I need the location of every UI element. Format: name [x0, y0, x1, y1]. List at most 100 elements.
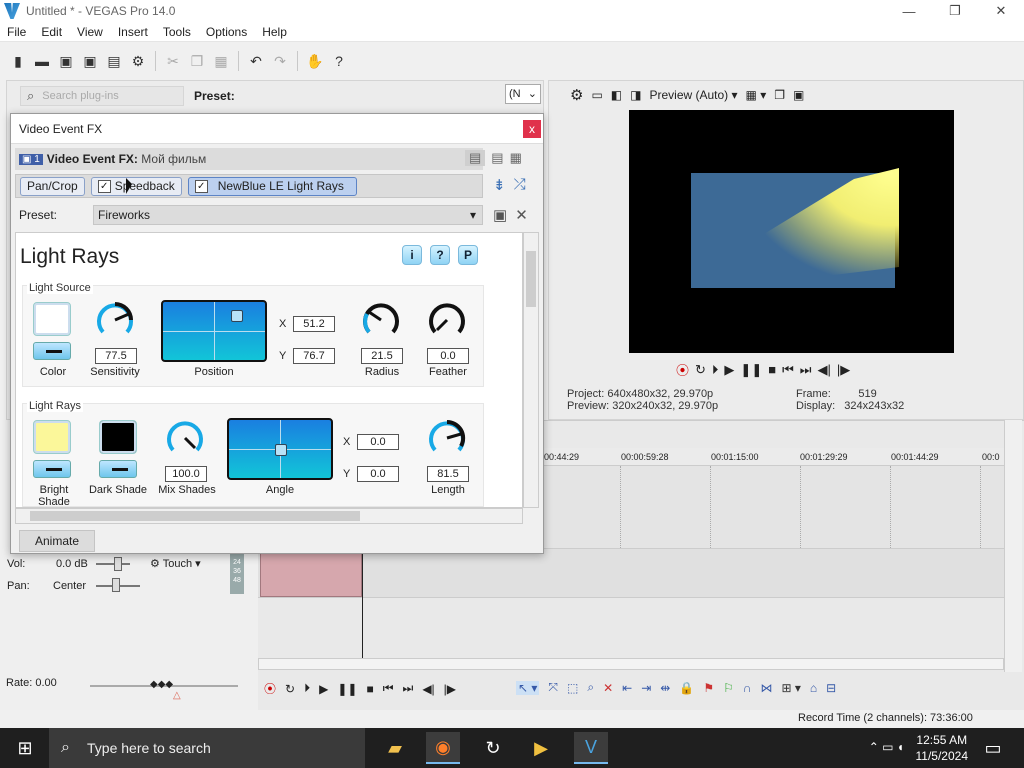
enable-checkbox[interactable]: ✓: [194, 179, 208, 193]
timeline-loop-icon[interactable]: ↻: [285, 682, 295, 696]
position-handle[interactable]: [231, 310, 243, 322]
timeline-start-icon[interactable]: ⏮: [383, 681, 394, 696]
timeline-play-start-icon[interactable]: ⏵: [304, 681, 310, 696]
menu-tools[interactable]: Tools: [156, 25, 199, 39]
menu-file[interactable]: File: [0, 25, 34, 39]
audio-event-clip[interactable]: [260, 553, 362, 597]
length-input[interactable]: 81.5: [427, 466, 469, 482]
timeline-record-icon[interactable]: ⦿: [264, 680, 276, 697]
overlays-icon[interactable]: ◨: [630, 88, 641, 102]
whats-this-help-icon[interactable]: ?: [330, 52, 348, 70]
external-monitor-icon[interactable]: ▭: [591, 88, 602, 102]
view-compact-icon[interactable]: ▤: [491, 150, 503, 166]
copy-snapshot-icon[interactable]: ❐: [774, 88, 785, 102]
save-preset-icon[interactable]: ▣: [493, 206, 507, 224]
taskbar-clock[interactable]: 12:55 AM 11/5/2024: [916, 732, 969, 764]
region-icon[interactable]: ⚐: [723, 681, 734, 695]
help-button[interactable]: ?: [430, 245, 450, 265]
sync-app-icon[interactable]: ↻: [476, 732, 510, 764]
length-knob[interactable]: [427, 418, 467, 458]
notification-icon[interactable]: ▭: [976, 732, 1010, 764]
preset-dropdown[interactable]: Fireworks ▾: [93, 205, 483, 225]
plugin-hscrollbar[interactable]: [15, 508, 523, 524]
fx-chain-item-speedback[interactable]: ✓ Speedback: [90, 176, 182, 196]
selection-tool-icon[interactable]: ⬚: [567, 681, 578, 695]
ripple-icon[interactable]: ⊞ ▾: [781, 681, 800, 695]
timeline-end-icon[interactable]: ⏭: [403, 681, 414, 696]
fx-chain-item-light-rays[interactable]: ✓ NewBlue LE Light Rays: [187, 176, 357, 196]
automation-mode[interactable]: ⚙ Touch ▾: [150, 557, 201, 570]
info-button[interactable]: i: [402, 245, 422, 265]
taskbar-search-box[interactable]: ⌕ Type here to search: [49, 728, 365, 768]
close-button[interactable]: ✕: [978, 0, 1024, 22]
trim-end-icon[interactable]: ⇥: [641, 681, 651, 695]
volume-slider[interactable]: [96, 563, 130, 565]
timeline-hscrollbar[interactable]: [258, 658, 1004, 670]
system-tray-icons[interactable]: ⌃ ▭ ◖: [869, 740, 904, 754]
lock-icon[interactable]: 🔒: [679, 681, 694, 695]
position-pad[interactable]: [161, 300, 267, 362]
delete-icon[interactable]: ✕: [603, 681, 613, 695]
prev-frame-icon[interactable]: ◀|: [817, 362, 830, 378]
sensitivity-input[interactable]: 77.5: [95, 348, 137, 364]
new-icon[interactable]: ▮: [9, 52, 27, 70]
normal-edit-tool-icon[interactable]: ↖ ▾: [516, 680, 540, 695]
radius-knob[interactable]: [361, 300, 401, 340]
hscroll-thumb[interactable]: [30, 511, 360, 521]
angle-y-input[interactable]: 0.0: [357, 466, 399, 482]
bright-shade-swatch[interactable]: [33, 420, 71, 454]
play-from-start-icon[interactable]: ⏵: [712, 362, 719, 378]
plugin-vscrollbar[interactable]: [523, 232, 539, 508]
explorer-dropdown[interactable]: (N ⌄: [505, 84, 541, 104]
properties-gear-icon[interactable]: ⚙: [129, 52, 147, 70]
view-grid-icon[interactable]: ▦: [510, 150, 522, 166]
marker-icon[interactable]: ⚑: [703, 681, 714, 695]
preview-quality-dropdown[interactable]: Preview (Auto) ▾: [649, 88, 737, 102]
delete-preset-icon[interactable]: ✕: [515, 206, 528, 224]
pan-slider-handle[interactable]: [112, 578, 120, 592]
pause-icon[interactable]: ❚❚: [740, 362, 762, 378]
plugin-chain-icon[interactable]: ⇟: [493, 176, 506, 194]
timeline-next-frame-icon[interactable]: |▶: [444, 682, 456, 696]
menu-edit[interactable]: Edit: [34, 25, 70, 39]
trim-start-icon[interactable]: ⇤: [622, 681, 632, 695]
color-swatch[interactable]: [33, 302, 71, 336]
vegas-taskbar-icon[interactable]: V: [574, 732, 608, 764]
angle-handle[interactable]: [275, 444, 287, 456]
timeline-vscrollbar[interactable]: [1004, 420, 1022, 672]
auto-crossfade-icon[interactable]: ⋈: [760, 681, 772, 695]
split-icon[interactable]: ⇹: [660, 681, 670, 695]
position-x-input[interactable]: 51.2: [293, 316, 335, 332]
next-frame-icon[interactable]: |▶: [837, 362, 850, 378]
firefox-icon[interactable]: ◉: [426, 732, 460, 764]
timeline-prev-frame-icon[interactable]: ◀|: [422, 682, 434, 696]
record-icon[interactable]: ⦿: [676, 360, 689, 379]
snapping-icon[interactable]: ∩: [743, 681, 752, 695]
minimize-button[interactable]: —: [886, 0, 932, 22]
mix-shades-knob[interactable]: [165, 418, 205, 458]
vscroll-thumb[interactable]: [526, 251, 536, 307]
ignore-grouping-icon[interactable]: ⊟: [826, 681, 836, 695]
open-icon[interactable]: ▬: [33, 52, 51, 70]
save-as-icon[interactable]: ▣: [81, 52, 99, 70]
presets-button[interactable]: P: [458, 245, 478, 265]
menu-options[interactable]: Options: [199, 25, 255, 39]
maximize-button[interactable]: ❐: [932, 0, 978, 22]
enable-checkbox[interactable]: ✓: [97, 179, 111, 193]
color-picker-button[interactable]: [33, 342, 71, 360]
undo-icon[interactable]: ↶: [247, 52, 265, 70]
media-app-icon[interactable]: ▶: [524, 732, 558, 764]
file-explorer-icon[interactable]: ▰: [378, 732, 412, 764]
timeline-stop-icon[interactable]: ■: [366, 682, 373, 696]
volume-slider-handle[interactable]: [114, 557, 122, 571]
search-input[interactable]: ⌕ Search plug-ins: [20, 86, 184, 106]
lock-envelopes-icon[interactable]: ⌂: [810, 681, 817, 695]
animate-button[interactable]: Animate: [19, 530, 95, 552]
dark-shade-picker[interactable]: [99, 460, 137, 478]
preview-properties-gear-icon[interactable]: ⚙: [570, 86, 583, 104]
envelope-tool-icon[interactable]: ⤧: [548, 680, 558, 695]
menu-insert[interactable]: Insert: [111, 25, 156, 39]
angle-x-input[interactable]: 0.0: [357, 434, 399, 450]
sensitivity-knob[interactable]: [95, 300, 135, 340]
mix-shades-input[interactable]: 100.0: [165, 466, 207, 482]
